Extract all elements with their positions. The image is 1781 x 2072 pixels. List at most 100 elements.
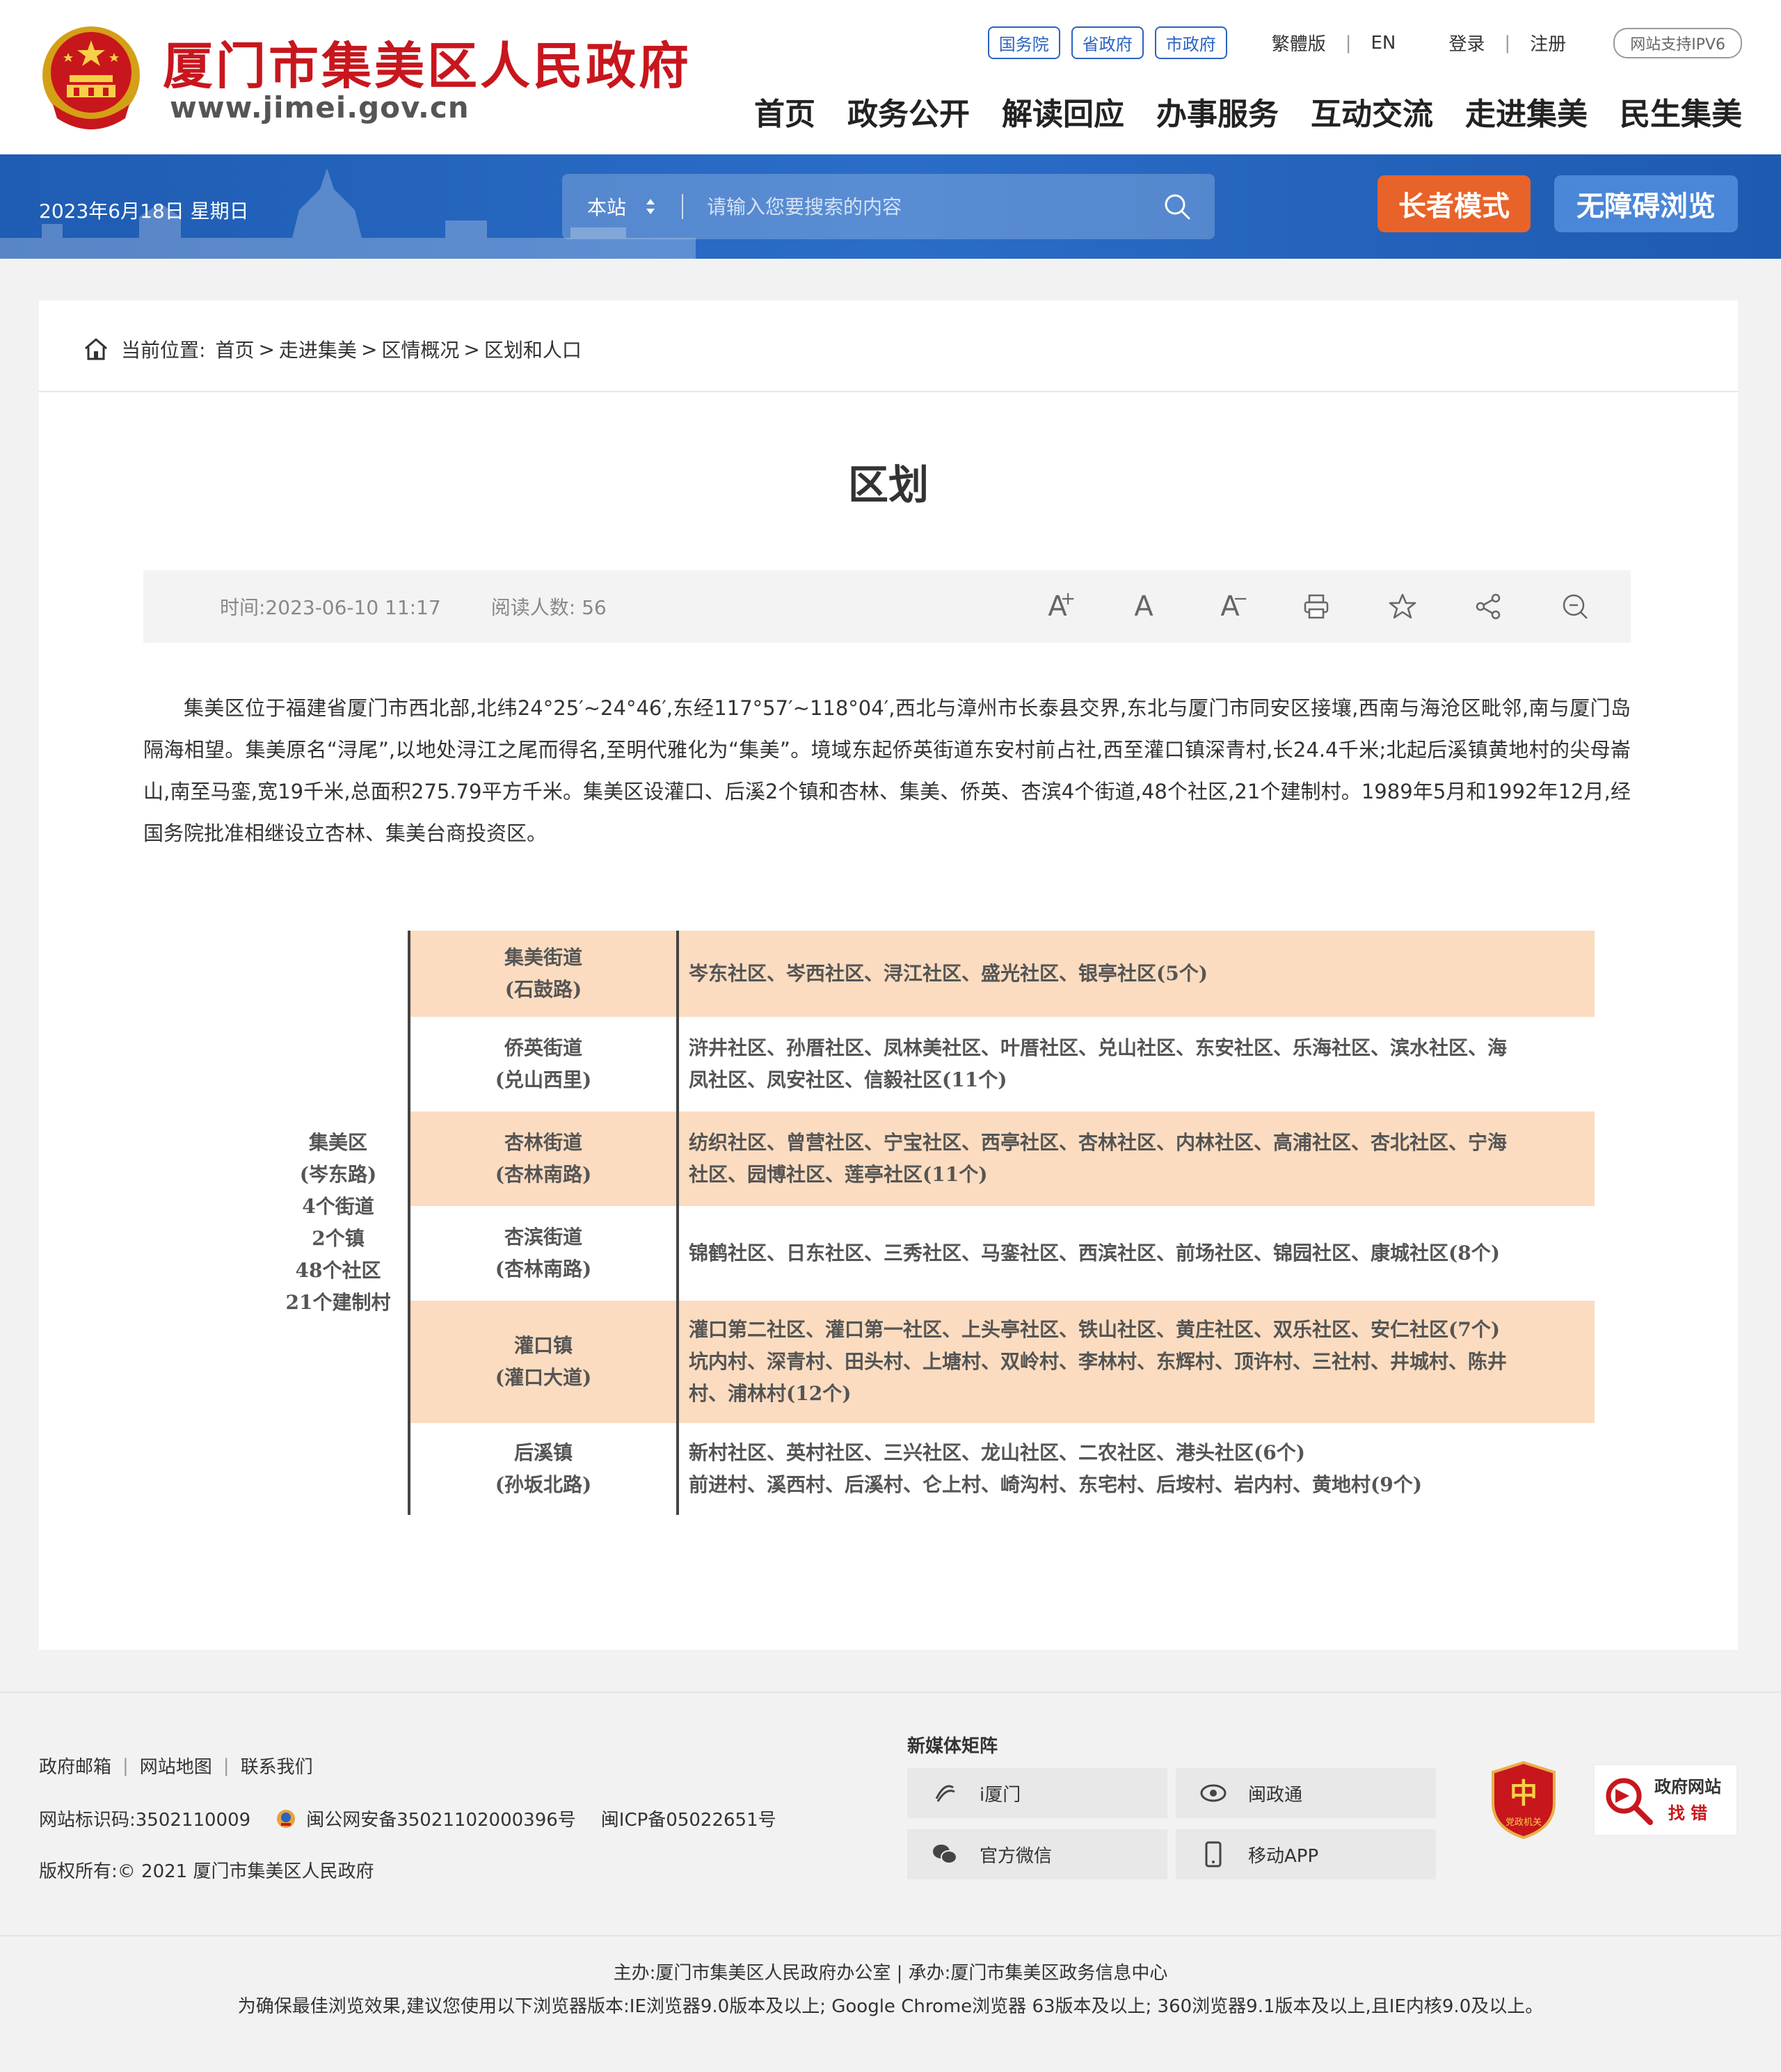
register-link[interactable]: 注册	[1522, 30, 1574, 56]
font-normal-button[interactable]: A	[1123, 586, 1165, 627]
nav-item-interpretation[interactable]: 解读回应	[1002, 89, 1124, 134]
top-links: 国务院 省政府 市政府 繁體版 | EN 登录 | 注册 网站支持IPV6	[987, 26, 1742, 59]
traditional-chinese-link[interactable]: 繁體版	[1263, 30, 1334, 56]
town-address: (灌口大道)	[495, 1366, 592, 1389]
subdistrict-address: (兑山西里)	[495, 1068, 592, 1091]
subdistrict-address: (杏林南路)	[495, 1163, 592, 1186]
town-name: 灌口镇	[513, 1334, 573, 1357]
footer-registration: 网站标识码:3502110009 闽公网安备35021102000396号 闽I…	[39, 1806, 776, 1831]
district-summary-line: 2个镇	[312, 1227, 365, 1250]
community-line: 岑东社区、岑西社区、浔江社区、盛光社区、银亭社区(5个)	[689, 962, 1208, 985]
town-name: 后溪镇	[513, 1441, 573, 1464]
party-government-badge[interactable]: 中 党政机关	[1487, 1760, 1560, 1840]
police-record-link[interactable]: 闽公网安备35021102000396号	[306, 1806, 576, 1831]
district-summary-line: (岑东路)	[299, 1163, 377, 1186]
site-name[interactable]: 厦门市集美区人民政府	[163, 25, 692, 98]
breadcrumb-item-about-jimei[interactable]: 走进集美	[279, 335, 357, 363]
gov-link-city[interactable]: 市政府	[1154, 26, 1227, 59]
site-url: www.jimei.gov.cn	[170, 90, 470, 125]
nav-item-interaction[interactable]: 互动交流	[1311, 89, 1433, 134]
nav-item-livelihood[interactable]: 民生集美	[1620, 89, 1742, 134]
gov-mail-link[interactable]: 政府邮箱	[39, 1753, 111, 1778]
gov-link-state-council[interactable]: 国务院	[987, 26, 1060, 59]
mobile-phone-icon	[1199, 1840, 1227, 1868]
breadcrumb-separator: >	[463, 337, 480, 361]
subdistrict-address: (杏林南路)	[495, 1258, 592, 1280]
subdistrict-name: 杏林街道	[504, 1131, 582, 1154]
nav-item-government-affairs[interactable]: 政务公开	[847, 89, 970, 134]
media-label: 闽政通	[1248, 1784, 1303, 1806]
nav-item-about-jimei[interactable]: 走进集美	[1465, 89, 1588, 134]
site-id: 网站标识码:3502110009	[39, 1810, 251, 1831]
district-row-communities: 浒井社区、孙厝社区、凤林美社区、叶厝社区、兑山社区、东安社区、乐海社区、滨水社区…	[689, 1017, 1586, 1111]
publish-time: 时间:2023-06-10 11:17	[220, 596, 441, 619]
district-summary: 集美区 (岑东路) 4个街道 2个镇 48个社区 21个建制村	[269, 931, 408, 1515]
contact-link[interactable]: 联系我们	[241, 1753, 313, 1778]
magnifier-icon	[1606, 1778, 1653, 1825]
svg-text:中: 中	[1510, 1777, 1538, 1810]
sitemap-link[interactable]: 网站地图	[140, 1753, 212, 1778]
accessible-browse-button[interactable]: 无障碍浏览	[1554, 175, 1738, 232]
login-link[interactable]: 登录	[1440, 30, 1493, 56]
article-tools: A + A A −	[1037, 570, 1596, 643]
nav-item-services[interactable]: 办事服务	[1156, 89, 1279, 134]
share-icon[interactable]	[1468, 586, 1510, 627]
breadcrumb-item-home[interactable]: 首页	[215, 335, 254, 363]
community-line: 锦鹤社区、日东社区、三秀社区、马銮社区、西滨社区、前场社区、锦园社区、康城社区(…	[689, 1242, 1500, 1264]
community-line: 前进村、溪西村、后溪村、仑上村、崎沟村、东宅村、后垵村、岩内村、黄地村(9个)	[689, 1473, 1422, 1496]
district-row-name: 集美街道 (石鼓路)	[410, 931, 676, 1017]
search-input[interactable]	[683, 195, 1156, 218]
minzhengtong-icon	[1199, 1779, 1227, 1807]
gov-link-province[interactable]: 省政府	[1071, 26, 1144, 59]
search-scope-select[interactable]: 本站	[562, 193, 682, 220]
district-row: 杏滨街道 (杏林南路) 锦鹤社区、日东社区、三秀社区、马銮社区、西滨社区、前场社…	[410, 1206, 1595, 1301]
community-line: 凤社区、凤安社区、信毅社区(11个)	[689, 1068, 1007, 1091]
zoom-out-icon[interactable]	[1554, 586, 1596, 627]
error-report-text: 政府网站 找 错	[1654, 1774, 1721, 1826]
icp-record-link[interactable]: 闽ICP备05022651号	[601, 1806, 776, 1831]
english-link[interactable]: EN	[1363, 33, 1405, 54]
site-error-report-badge[interactable]: 政府网站 找 错	[1593, 1764, 1738, 1836]
ipv6-badge: 网站支持IPV6	[1613, 27, 1742, 58]
district-row-communities: 岑东社区、岑西社区、浔江社区、盛光社区、银亭社区(5个)	[689, 931, 1586, 1017]
media-mobile-app[interactable]: 移动APP	[1176, 1829, 1436, 1879]
town-address: (孙坂北路)	[495, 1473, 592, 1496]
page: 厦门市集美区人民政府 www.jimei.gov.cn 国务院 省政府 市政府 …	[0, 0, 1781, 2072]
font-decrease-button[interactable]: A −	[1209, 586, 1251, 627]
media-matrix: i厦门 闽政通 官方微信 移动APP	[907, 1768, 1436, 1879]
subdistrict-name: 杏滨街道	[504, 1226, 582, 1248]
breadcrumb-item-overview[interactable]: 区情概况	[381, 335, 459, 363]
current-date: 2023年6月18日 星期日	[39, 200, 249, 223]
separator: |	[1504, 32, 1511, 54]
media-minzhengtong[interactable]: 闽政通	[1176, 1768, 1436, 1818]
sort-arrows-icon	[646, 199, 655, 214]
footer-links: 政府邮箱 | 网站地图 | 联系我们	[39, 1753, 313, 1778]
district-table: 集美区 (岑东路) 4个街道 2个镇 48个社区 21个建制村 集美街道 (石鼓…	[269, 931, 1595, 1515]
media-wechat[interactable]: 官方微信	[907, 1829, 1167, 1879]
site-header: 厦门市集美区人民政府 www.jimei.gov.cn 国务院 省政府 市政府 …	[0, 0, 1781, 154]
breadcrumb-item-divisions[interactable]: 区划和人口	[484, 335, 582, 363]
community-line: 新村社区、英村社区、三兴社区、龙山社区、二农社区、港头社区(6个)	[689, 1441, 1305, 1464]
media-label: i厦门	[980, 1784, 1021, 1806]
home-icon	[85, 338, 107, 360]
district-row-communities: 灌口第二社区、灌口第一社区、上头亭社区、铁山社区、黄庄社区、双乐社区、安仁社区(…	[689, 1301, 1586, 1423]
font-increase-button[interactable]: A +	[1037, 586, 1078, 627]
national-emblem-icon	[42, 26, 140, 129]
read-count: 阅读人数: 56	[490, 596, 607, 619]
print-icon[interactable]	[1295, 586, 1337, 627]
breadcrumb: 当前位置: 首页 > 走进集美 > 区情概况 > 区划和人口	[83, 335, 582, 363]
search-icon[interactable]	[1156, 193, 1198, 220]
star-icon[interactable]	[1382, 586, 1423, 627]
elder-mode-button[interactable]: 长者模式	[1377, 175, 1531, 232]
copyright: 版权所有:© 2021 厦门市集美区人民政府	[39, 1861, 374, 1882]
community-line: 坑内村、深青村、田头村、上塘村、双岭村、李林村、东辉村、顶许村、三社村、井城村、…	[689, 1350, 1508, 1373]
nav-item-home[interactable]: 首页	[754, 89, 815, 134]
table-divider	[408, 931, 410, 1515]
media-ixiamen[interactable]: i厦门	[907, 1768, 1167, 1818]
browser-note: 为确保最佳浏览效果,建议您使用以下浏览器版本:IE浏览器9.0版本及以上; Go…	[237, 1996, 1544, 2017]
breadcrumb-separator: >	[360, 337, 378, 361]
site-bottom-band: 主办:厦门市集美区人民政府办公室 | 承办:厦门市集美区政务信息中心 为确保最佳…	[0, 1935, 1781, 2032]
district-row-communities: 新村社区、英村社区、三兴社区、龙山社区、二农社区、港头社区(6个) 前进村、溪西…	[689, 1423, 1586, 1515]
breadcrumb-divider	[39, 391, 1738, 392]
district-row-name: 侨英街道 (兑山西里)	[410, 1017, 676, 1111]
